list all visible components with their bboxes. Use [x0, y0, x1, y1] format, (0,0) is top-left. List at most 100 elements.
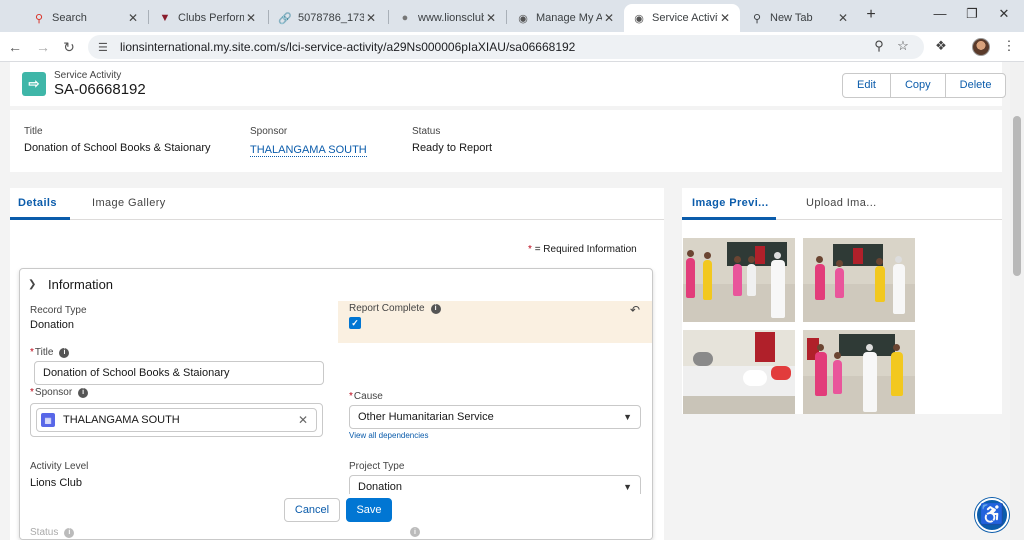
- cancel-button[interactable]: Cancel: [284, 498, 340, 522]
- accessibility-icon[interactable]: ♿: [975, 498, 1009, 532]
- tab-upload-image[interactable]: Upload Ima...: [806, 197, 877, 209]
- section-title: Information: [48, 277, 114, 292]
- close-tab-icon[interactable]: ✕: [364, 11, 378, 25]
- site-settings-icon[interactable]: ☰: [98, 41, 112, 54]
- close-tab-icon[interactable]: ✕: [126, 11, 140, 25]
- save-button[interactable]: Save: [346, 498, 392, 522]
- details-tabs: Details Image Gallery: [10, 188, 664, 220]
- cause-select[interactable]: Other Humanitarian Service ▼: [349, 405, 641, 429]
- highlight-status: Status Ready to Report: [412, 126, 492, 154]
- record-actions: Edit Copy Delete: [842, 73, 1007, 98]
- back-icon[interactable]: ←: [6, 38, 24, 56]
- info-icon[interactable]: i: [78, 387, 89, 398]
- sponsor-link[interactable]: THALANGAMA SOUTH: [250, 144, 367, 157]
- sponsor-pill[interactable]: ▦ THALANGAMA SOUTH ✕: [36, 408, 317, 432]
- project-type-label: Project Type: [349, 461, 405, 472]
- caret-down-icon: ▼: [623, 412, 632, 422]
- profile-avatar[interactable]: [972, 38, 990, 56]
- report-complete-label: Report Complete i: [349, 303, 441, 314]
- delete-button[interactable]: Delete: [946, 74, 1006, 97]
- title-input[interactable]: Donation of School Books & Staionary: [34, 361, 324, 385]
- browser-tab-service-activity[interactable]: ◉ Service Activity ✕: [624, 4, 740, 32]
- clear-icon[interactable]: ✕: [298, 413, 308, 427]
- highlight-sponsor: Sponsor THALANGAMA SOUTH: [250, 126, 367, 157]
- record-type-value: Donation: [30, 319, 75, 331]
- copy-button[interactable]: Copy: [891, 74, 946, 97]
- undo-icon[interactable]: ↶: [630, 303, 640, 317]
- close-tab-icon[interactable]: ✕: [718, 11, 732, 25]
- chrome-menu-icon[interactable]: ⋮: [1000, 38, 1018, 56]
- sponsor-lookup: ▦ THALANGAMA SOUTH ✕: [30, 403, 323, 437]
- info-icon[interactable]: i: [410, 527, 420, 537]
- tab-title: Clubs Performan: [178, 12, 244, 24]
- section-information-header[interactable]: ❯ Information: [28, 277, 113, 292]
- required-info-text: = Required Information: [534, 244, 637, 255]
- tab-title: Manage My Acti: [536, 12, 602, 24]
- browser-tab-manage[interactable]: ◉ Manage My Acti ✕: [508, 4, 624, 32]
- highlight-title-label: Title: [24, 126, 43, 137]
- information-edit-form: ❯ Information Record Type Donation Repor…: [19, 268, 653, 540]
- url-text: lionsinternational.my.site.com/s/lci-ser…: [120, 40, 576, 54]
- report-complete-checkbox[interactable]: ✓: [349, 317, 361, 329]
- service-activity-icon: ⇨: [22, 72, 46, 96]
- sponsor-label: * Sponsor i: [30, 387, 89, 398]
- preview-photo-2[interactable]: [803, 238, 915, 322]
- location-icon[interactable]: ⚲: [870, 38, 888, 56]
- highlight-title-value: Donation of School Books & Staionary: [24, 142, 211, 154]
- preview-photo-3[interactable]: [683, 330, 795, 414]
- bookmark-star-icon[interactable]: ☆: [894, 38, 912, 56]
- address-bar[interactable]: ☰ lionsinternational.my.site.com/s/lci-s…: [88, 35, 924, 59]
- image-tabs: Image Previ... Upload Ima...: [682, 188, 1002, 220]
- active-tab-indicator: [682, 217, 776, 220]
- cause-value: Other Humanitarian Service: [358, 411, 494, 423]
- activity-level-value: Lions Club: [30, 477, 82, 489]
- active-tab-indicator: [10, 217, 70, 220]
- tab-title: Service Activity: [652, 12, 718, 24]
- new-tab-button[interactable]: +: [862, 6, 880, 24]
- reload-icon[interactable]: ↻: [60, 38, 78, 56]
- edit-button[interactable]: Edit: [843, 74, 891, 97]
- record-name: SA-06668192: [54, 81, 146, 98]
- tab-title: 5078786_173020: [298, 12, 364, 24]
- tab-image-preview[interactable]: Image Previ...: [692, 197, 769, 209]
- highlight-status-value: Ready to Report: [412, 142, 493, 154]
- browser-tab-clubs[interactable]: ▼ Clubs Performan ✕: [150, 4, 266, 32]
- close-tab-icon[interactable]: ✕: [836, 11, 850, 25]
- form-footer: Cancel Save: [20, 494, 652, 539]
- browser-toolbar: ← → ↻ ☰ lionsinternational.my.site.com/s…: [0, 32, 1024, 62]
- highlight-sponsor-label: Sponsor: [250, 126, 288, 137]
- forward-icon[interactable]: →: [34, 38, 52, 56]
- browser-tab-file[interactable]: 🔗 5078786_173020 ✕: [270, 4, 386, 32]
- browser-tab-new[interactable]: ⚲ New Tab ✕: [742, 4, 858, 32]
- info-icon[interactable]: i: [430, 303, 441, 314]
- close-tab-icon[interactable]: ✕: [602, 11, 616, 25]
- title-label: * Title i: [30, 347, 70, 358]
- browser-tab-search[interactable]: ⚲ Search ✕: [24, 4, 148, 32]
- file-icon: 🔗: [278, 12, 292, 25]
- tab-details[interactable]: Details: [18, 197, 57, 209]
- info-icon[interactable]: i: [59, 347, 70, 358]
- preview-photo-4[interactable]: [803, 330, 915, 414]
- tab-separator: [268, 10, 269, 24]
- close-window-icon[interactable]: ✕: [994, 6, 1014, 22]
- image-side-card: Image Previ... Upload Ima...: [682, 188, 1002, 414]
- object-label: Service Activity: [54, 70, 122, 81]
- info-icon[interactable]: i: [64, 527, 75, 538]
- minimize-icon[interactable]: —: [930, 6, 950, 21]
- restore-icon[interactable]: ❐: [962, 6, 982, 22]
- view-dependencies-link[interactable]: View all dependencies: [349, 431, 428, 440]
- browser-tab-bar: ⚲ Search ✕ ▼ Clubs Performan ✕ 🔗 5078786…: [0, 0, 1024, 32]
- tab-separator: [388, 10, 389, 24]
- preview-photo-1[interactable]: [683, 238, 795, 322]
- browser-tab-lionsclubs[interactable]: ● www.lionsclubs.o ✕: [390, 4, 506, 32]
- page-scrollbar[interactable]: [1010, 62, 1024, 540]
- tab-image-gallery[interactable]: Image Gallery: [92, 197, 166, 209]
- globe-icon: ◉: [518, 12, 528, 25]
- close-tab-icon[interactable]: ✕: [484, 11, 498, 25]
- extensions-icon[interactable]: ❖: [932, 38, 950, 56]
- tab-separator: [148, 10, 149, 24]
- tab-title: Search: [52, 12, 87, 24]
- close-tab-icon[interactable]: ✕: [244, 11, 258, 25]
- scrollbar-thumb[interactable]: [1013, 116, 1021, 276]
- activity-level-label: Activity Level: [30, 461, 89, 472]
